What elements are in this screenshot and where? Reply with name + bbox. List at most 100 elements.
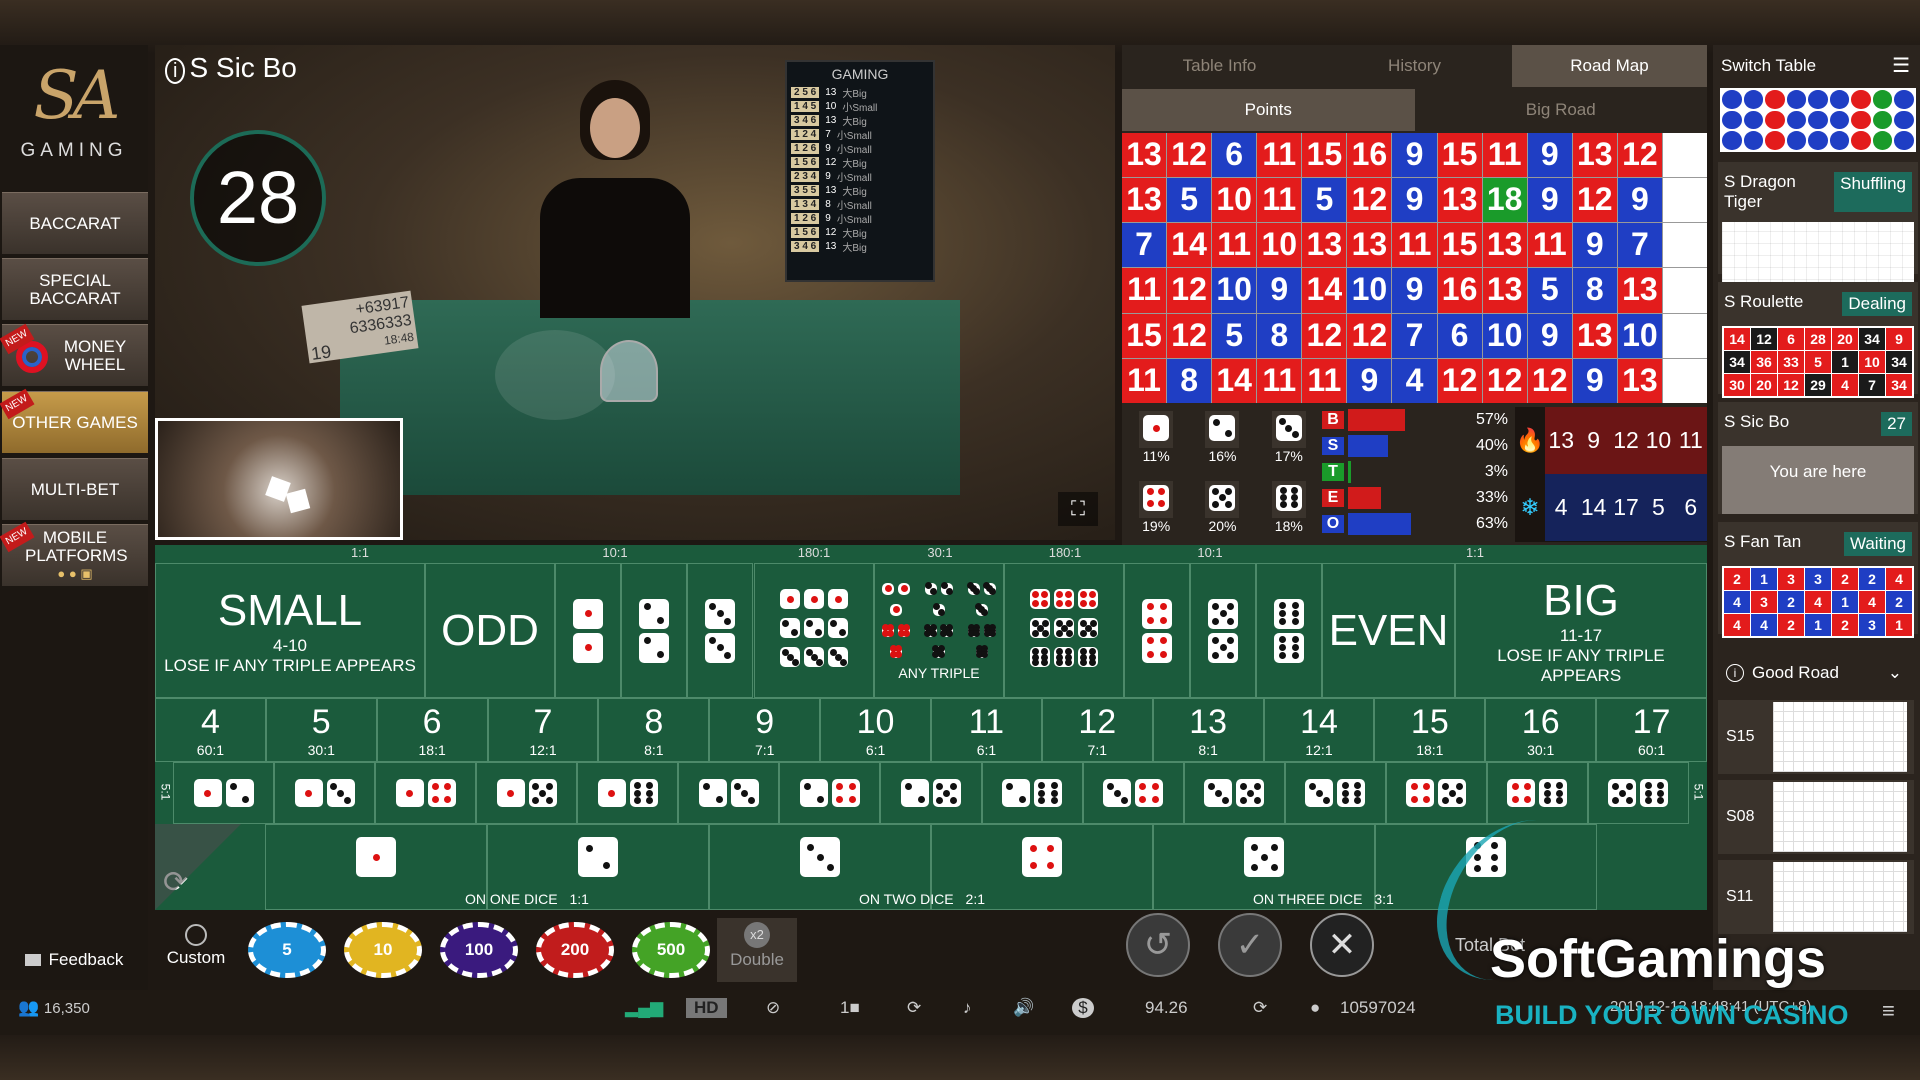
- bet-combo-2-4[interactable]: [779, 762, 881, 824]
- tab-big-road[interactable]: Big Road: [1415, 89, 1708, 131]
- table-card-sic-bo[interactable]: S Sic Bo 27 You are here: [1718, 402, 1918, 514]
- hd-toggle[interactable]: HD: [686, 998, 727, 1018]
- countdown-timer: 28: [190, 130, 326, 266]
- bet-stat-pct: 3%: [1484, 463, 1508, 480]
- nav-special-baccarat[interactable]: SPECIAL BACCARAT: [2, 258, 148, 320]
- info-icon[interactable]: i: [165, 58, 186, 84]
- die-stat-face: [1139, 411, 1174, 448]
- dice-closeup-view[interactable]: [155, 418, 403, 540]
- points-cell: 9: [1392, 133, 1437, 178]
- bet-big[interactable]: BIG 11-17 LOSE IF ANY TRIPLE APPEARS: [1455, 563, 1707, 698]
- refresh-balance-icon[interactable]: ⟳: [1253, 998, 1267, 1018]
- die-face-6: [1640, 779, 1669, 807]
- bet-total-17[interactable]: 17 60:1: [1596, 698, 1707, 762]
- good-road-item[interactable]: S08: [1718, 780, 1914, 854]
- nav-multi-bet[interactable]: MULTI-BET: [2, 458, 148, 520]
- points-cell: 11: [1392, 223, 1437, 268]
- chip-100[interactable]: 100: [440, 922, 518, 978]
- music-icon[interactable]: ♪: [963, 998, 972, 1018]
- triple-row: [778, 616, 850, 645]
- double-button[interactable]: x2 Double: [717, 918, 797, 982]
- bet-combo-3-5[interactable]: [1183, 762, 1285, 824]
- bet-single-1[interactable]: [265, 824, 487, 910]
- hamburger-icon[interactable]: ≡: [1882, 998, 1895, 1024]
- undo-button[interactable]: ↺: [1126, 913, 1190, 977]
- bet-total-15[interactable]: 15 18:1: [1374, 698, 1486, 762]
- tab-points[interactable]: Points: [1122, 89, 1415, 131]
- bet-double-4[interactable]: [1124, 563, 1190, 698]
- nav-baccarat[interactable]: BACCARAT: [2, 192, 148, 254]
- bet-total-11[interactable]: 11 6:1: [931, 698, 1042, 762]
- bet-even-label: EVEN: [1328, 605, 1449, 655]
- custom-chip-button[interactable]: Custom: [160, 922, 232, 980]
- bet-total-4[interactable]: 4 60:1: [155, 698, 266, 762]
- camera-icon[interactable]: 1■: [840, 998, 860, 1018]
- bet-double-2[interactable]: [621, 563, 687, 698]
- tab-table-info[interactable]: Table Info: [1122, 45, 1317, 87]
- good-road-item[interactable]: S11: [1718, 860, 1914, 934]
- bet-double-3[interactable]: [687, 563, 753, 698]
- bet-triple-4-6[interactable]: [1004, 563, 1124, 698]
- chip-5[interactable]: 5: [248, 922, 326, 978]
- bet-combo-1-3[interactable]: [274, 762, 376, 824]
- bet-total-9[interactable]: 9 7:1: [709, 698, 821, 762]
- bet-combo-4-5[interactable]: [1385, 762, 1487, 824]
- confirm-button[interactable]: ✓: [1218, 913, 1282, 977]
- bet-combo-2-6[interactable]: [981, 762, 1083, 824]
- table-card-roulette[interactable]: S Roulette Dealing 14 12 6 28 20 34 9 34 36 33 5 1 10…: [1718, 282, 1918, 398]
- bet-total-12[interactable]: 12 7:1: [1041, 698, 1153, 762]
- bet-total-16[interactable]: 16 30:1: [1485, 698, 1597, 762]
- bet-stat-key: T: [1322, 463, 1344, 481]
- bet-combo-1-2[interactable]: [173, 762, 275, 824]
- good-road-item[interactable]: S15: [1718, 700, 1914, 774]
- chip-10[interactable]: 10: [344, 922, 422, 978]
- total-odds: 12:1: [529, 741, 557, 758]
- points-cell: 6: [1212, 133, 1257, 178]
- bet-any-triple[interactable]: ANY TRIPLE: [874, 563, 1004, 698]
- bet-total-7[interactable]: 7 12:1: [487, 698, 599, 762]
- bet-combo-3-6[interactable]: [1284, 762, 1386, 824]
- die-stat-pct: 11%: [1142, 448, 1170, 464]
- bet-combo-2-5[interactable]: [880, 762, 982, 824]
- bet-total-8[interactable]: 8 8:1: [598, 698, 710, 762]
- bet-combo-2-3[interactable]: [678, 762, 780, 824]
- feedback-button[interactable]: Feedback: [0, 940, 148, 980]
- total-odds: 7:1: [1087, 741, 1107, 758]
- video-off-icon[interactable]: ⊘: [766, 998, 780, 1018]
- chip-500[interactable]: 500: [632, 922, 710, 978]
- bet-total-14[interactable]: 14 12:1: [1263, 698, 1375, 762]
- tab-road-map[interactable]: Road Map: [1512, 45, 1707, 87]
- bet-total-5[interactable]: 5 30:1: [265, 698, 377, 762]
- bet-combo-4-6[interactable]: [1486, 762, 1588, 824]
- die-face-4: [898, 624, 911, 637]
- bet-combo-5-6[interactable]: [1587, 762, 1689, 824]
- table-card-dragon-tiger[interactable]: S Dragon Tiger Shuffling: [1718, 162, 1918, 292]
- cancel-button[interactable]: ✕: [1310, 913, 1374, 977]
- die-face-2: [932, 603, 946, 616]
- singles-odds: 1:1: [565, 891, 589, 907]
- bet-odd[interactable]: ODD: [425, 563, 555, 698]
- bet-triple-1-3[interactable]: [754, 563, 874, 698]
- bet-combo-3-4[interactable]: [1082, 762, 1184, 824]
- die-face-1: [780, 589, 800, 609]
- bet-double-6[interactable]: [1256, 563, 1322, 698]
- bet-total-6[interactable]: 6 18:1: [376, 698, 488, 762]
- bet-small[interactable]: SMALL 4-10 LOSE IF ANY TRIPLE APPEARS: [155, 563, 425, 698]
- bet-combo-1-5[interactable]: [476, 762, 578, 824]
- refresh-icon[interactable]: ⟳: [907, 998, 921, 1018]
- volume-icon[interactable]: 🔊: [1013, 998, 1034, 1018]
- table-card-fan-tan[interactable]: S Fan Tan Waiting 213322443241424421231: [1718, 522, 1918, 638]
- bet-double-5[interactable]: [1190, 563, 1256, 698]
- bet-total-10[interactable]: 10 6:1: [820, 698, 931, 762]
- bet-combo-1-4[interactable]: [375, 762, 477, 824]
- bet-double-1[interactable]: [555, 563, 621, 698]
- bet-combo-1-6[interactable]: [577, 762, 679, 824]
- tab-history[interactable]: History: [1317, 45, 1512, 87]
- good-road-toggle[interactable]: i Good Road ⌄: [1718, 655, 1918, 691]
- chip-200[interactable]: 200: [536, 922, 614, 978]
- bet-total-13[interactable]: 13 8:1: [1152, 698, 1264, 762]
- bet-even[interactable]: EVEN: [1322, 563, 1455, 698]
- fullscreen-icon[interactable]: ⛶: [1058, 492, 1098, 526]
- menu-icon[interactable]: ☰: [1892, 45, 1910, 87]
- fan-tan-results: 213322443241424421231: [1722, 566, 1914, 638]
